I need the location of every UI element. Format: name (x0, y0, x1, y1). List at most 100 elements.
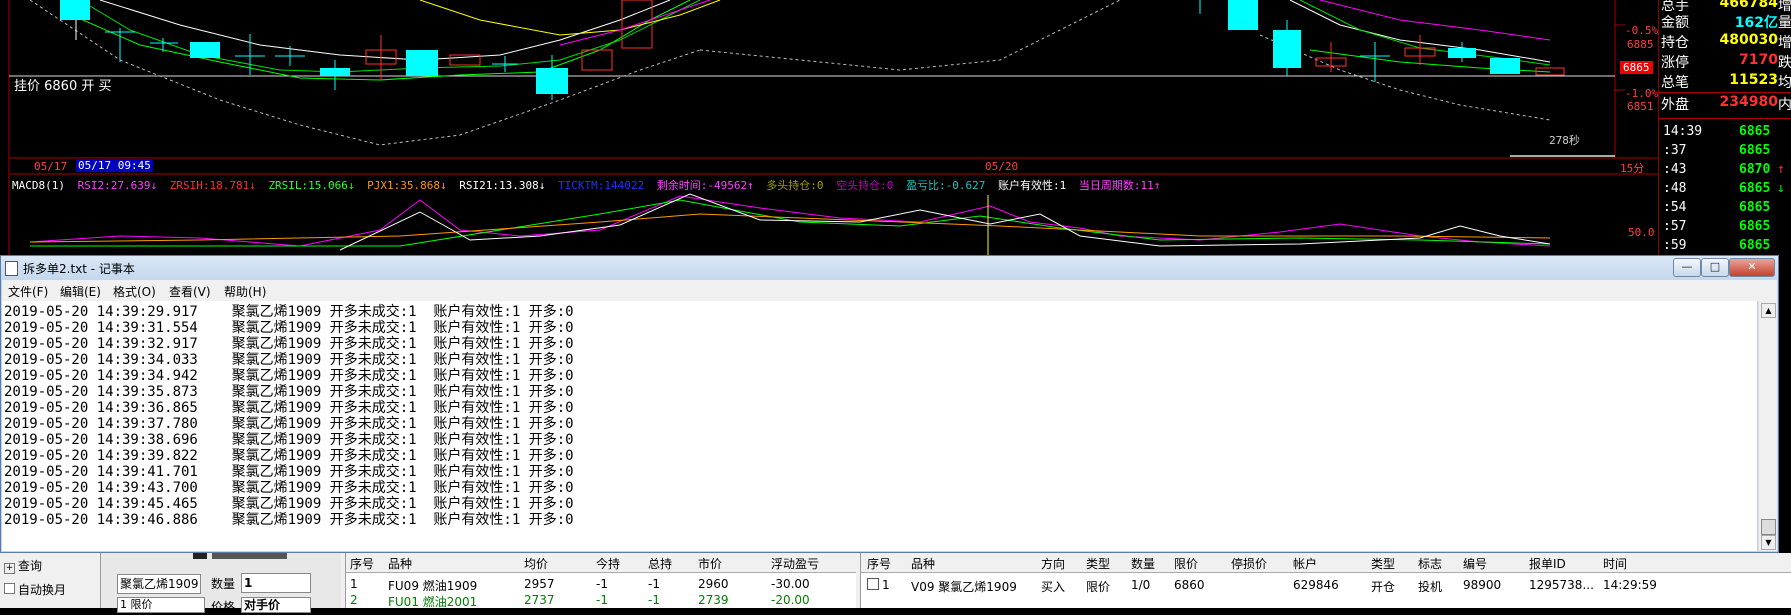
scroll-up-icon[interactable]: ▲ (1761, 303, 1776, 318)
col-header[interactable]: 标志 (1418, 555, 1442, 572)
menu-edit[interactable]: 编辑(E) (60, 283, 101, 300)
log-line: 2019-05-20 14:39:39.822 聚氯乙烯1909 开多未成交:1… (4, 448, 574, 464)
col-header[interactable]: 浮动盈亏 (771, 555, 819, 572)
maximize-button[interactable]: □ (1701, 258, 1729, 277)
table-row[interactable]: 2 FU01 燃油2001 2737 -1 -1 2739 -20.00 (346, 593, 856, 609)
menu-file[interactable]: 文件(F) (8, 283, 48, 300)
col-header[interactable]: 限价 (1174, 555, 1198, 572)
menu-bar: 文件(F) 编辑(E) 格式(O) 查看(V) 帮助(H) (2, 280, 1777, 301)
kline-chart[interactable]: 挂价 6860 开 买 -0.5% 6885 6865 -1.0% 6851 5… (0, 0, 1658, 255)
orders-header: 序号 品种 方向 类型 数量 限价 停损价 帐户 类型 标志 编号 报单ID 时… (861, 553, 1791, 573)
col-header[interactable]: 序号 (350, 555, 374, 572)
menu-format[interactable]: 格式(O) (113, 283, 156, 300)
notepad-window[interactable]: 拆多单2.txt - 记事本 — □ ✕ 文件(F) 编辑(E) 格式(O) 查… (0, 255, 1779, 553)
col-header[interactable]: 时间 (1603, 555, 1627, 572)
minimize-button[interactable]: — (1673, 258, 1701, 277)
window-title: 拆多单2.txt - 记事本 (23, 262, 135, 276)
vertical-scrollbar[interactable]: ▲ ▼ (1758, 301, 1777, 551)
tick-time: :37 (1663, 143, 1687, 158)
auto-switch-label: 自动换月 (18, 583, 67, 597)
position-no: 1 (350, 577, 358, 591)
col-header[interactable]: 品种 (388, 555, 412, 572)
col-header[interactable]: 类型 (1371, 555, 1395, 572)
table-row[interactable]: 1 V09 聚氯乙烯1909 买入 限价 1/0 6860 629846 开仓 … (861, 578, 1791, 596)
trading-panel: + 查询 自动换月 聚氯乙烯1909 数量 1 1 限价 价格 对手价 序号 品种… (0, 553, 1791, 614)
quote-row: 持仓 480030 增 (1659, 32, 1791, 52)
order-checkbox[interactable]: 1 (867, 578, 890, 592)
table-row[interactable]: 1 FU09 燃油1909 2957 -1 -1 2960 -30.00 (346, 577, 856, 593)
ind-zrsil: ZRSIL:15.066↓ (268, 179, 355, 192)
scroll-down-icon[interactable]: ▼ (1761, 535, 1776, 550)
menu-view[interactable]: 查看(V) (169, 283, 211, 300)
ind-remaining: 剩余时间:-49562↑ (656, 179, 754, 192)
position-mkt: 2739 (698, 593, 729, 607)
order-mode-select[interactable]: 1 限价 (117, 597, 205, 613)
tick-row: :48 6865 ↓ (1659, 181, 1791, 200)
contract-dropdown[interactable] (212, 553, 287, 559)
col-header[interactable]: 类型 (1086, 555, 1110, 572)
position-name: FU09 燃油1909 (388, 579, 478, 593)
log-line: 2019-05-20 14:39:31.554 聚氯乙烯1909 开多未成交:1… (4, 320, 574, 336)
col-header[interactable]: 序号 (867, 555, 891, 572)
tick-price: 6865 (1739, 219, 1771, 234)
position-today: -1 (596, 593, 608, 607)
position-pnl: -20.00 (771, 593, 810, 607)
period-label[interactable]: 15分 (1620, 160, 1644, 176)
query-tree-item[interactable]: + 查询 (4, 557, 42, 574)
query-label: 查询 (18, 559, 43, 573)
col-header[interactable]: 市价 (698, 555, 722, 572)
position-avg: 2957 (524, 577, 555, 591)
col-header[interactable]: 方向 (1041, 555, 1065, 572)
indicator-legend: MACD8(1) RSI2:27.639↓ ZRSIH:18.781↓ ZRSI… (12, 177, 1166, 193)
col-header[interactable]: 帐户 (1293, 555, 1317, 572)
tick-time: :54 (1663, 200, 1687, 215)
log-line: 2019-05-20 14:39:37.780 聚氯乙烯1909 开多未成交:1… (4, 416, 574, 432)
tick-row: :54 6865 (1659, 200, 1791, 219)
col-header[interactable]: 数量 (1131, 555, 1155, 572)
text-area[interactable]: 2019-05-20 14:39:29.917 聚氯乙烯1909 开多未成交:1… (2, 301, 1757, 551)
col-header[interactable]: 均价 (524, 555, 548, 572)
selected-date-label: 05/17 09:45 (76, 159, 153, 172)
col-header[interactable]: 报单ID (1529, 555, 1566, 572)
tick-row: :57 6865 (1659, 219, 1791, 238)
indicator-level-label: 50.0 (1628, 226, 1655, 239)
log-line: 2019-05-20 14:39:34.033 聚氯乙烯1909 开多未成交:1… (4, 352, 574, 368)
price-axis-label: -1.0% (1625, 87, 1659, 100)
contract-field[interactable]: 聚氯乙烯1909 (117, 574, 201, 594)
expand-icon: + (4, 563, 15, 574)
tick-row: 14:39 6865 (1659, 124, 1791, 143)
col-header[interactable]: 总持 (648, 555, 672, 572)
kline-svg (8, 0, 1658, 255)
close-button[interactable]: ✕ (1729, 258, 1775, 277)
order-no: 1 (882, 578, 890, 592)
toolbar-icon[interactable] (193, 553, 207, 559)
menu-help[interactable]: 帮助(H) (224, 283, 266, 300)
price-axis-label: 6885 (1627, 38, 1654, 51)
order-id: 98900 (1463, 578, 1502, 592)
col-header[interactable]: 今持 (596, 555, 620, 572)
log-line: 2019-05-20 14:39:41.701 聚氯乙烯1909 开多未成交:1… (4, 464, 574, 480)
auto-switch-item[interactable]: 自动换月 (4, 581, 66, 598)
tick-time: :57 (1663, 219, 1687, 234)
pending-price-label: 挂价 6860 开 买 (14, 79, 112, 94)
positions-header: 序号 品种 均价 今持 总持 市价 浮动盈亏 (346, 553, 856, 573)
quote-row: 涨停 7170 跌 (1659, 52, 1791, 72)
col-header[interactable]: 停损价 (1231, 555, 1267, 572)
quote-extra: 量 (1778, 15, 1791, 31)
notepad-titlebar[interactable]: 拆多单2.txt - 记事本 — □ ✕ (1, 256, 1778, 280)
log-line: 2019-05-20 14:39:43.700 聚氯乙烯1909 开多未成交:1… (4, 480, 574, 496)
quote-key: 持仓 (1661, 35, 1689, 51)
quote-key: 涨停 (1661, 55, 1689, 71)
col-header[interactable]: 编号 (1463, 555, 1487, 572)
price-input[interactable]: 对手价 (241, 597, 311, 613)
tick-row: :37 6865 (1659, 143, 1791, 162)
tick-price: 6865 (1739, 200, 1771, 215)
price-axis-label: -0.5% (1625, 24, 1659, 37)
ind-short-pos: 空头持仓:0 (836, 179, 894, 192)
scroll-thumb[interactable] (1761, 519, 1776, 535)
col-header[interactable]: 品种 (911, 555, 935, 572)
tick-time: :59 (1663, 238, 1687, 253)
ind-long-pos: 多头持仓:0 (766, 179, 824, 192)
qty-input[interactable]: 1 (241, 573, 311, 593)
quote-key: 外盘 (1661, 97, 1689, 113)
